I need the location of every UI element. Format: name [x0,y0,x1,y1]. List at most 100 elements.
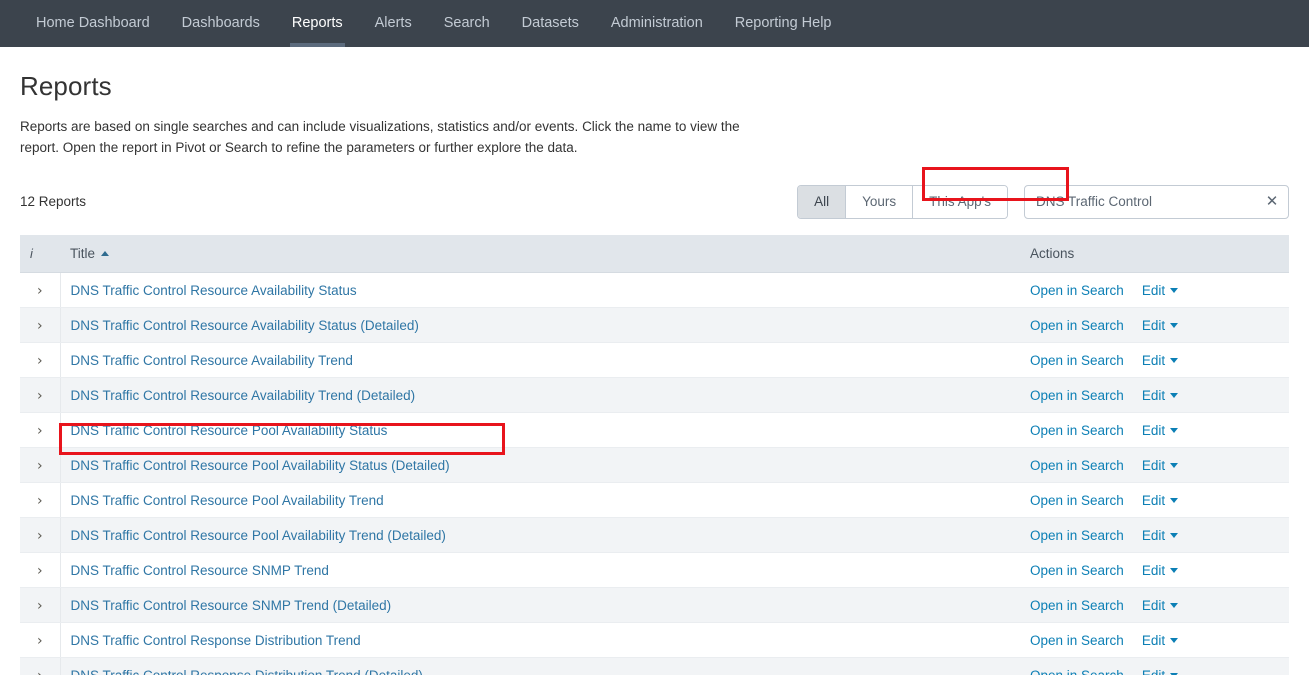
expand-cell: › [20,273,60,308]
chevron-right-icon[interactable]: › [37,529,43,543]
actions-cell: Open in Search Edit [1020,553,1289,588]
actions-cell: Open in Search Edit [1020,308,1289,343]
expand-cell: › [20,448,60,483]
chevron-right-icon[interactable]: › [37,634,43,648]
edit-dropdown[interactable]: Edit [1142,633,1178,648]
table-row: › DNS Traffic Control Resource SNMP Trend… [20,588,1289,623]
title-cell: DNS Traffic Control Resource Availabilit… [60,308,1020,343]
open-in-search-link[interactable]: Open in Search [1030,283,1124,298]
chevron-right-icon[interactable]: › [37,284,43,298]
title-cell: DNS Traffic Control Response Distributio… [60,623,1020,658]
chevron-down-icon [1170,323,1178,328]
chevron-right-icon[interactable]: › [37,389,43,403]
chevron-down-icon [1170,393,1178,398]
chevron-right-icon[interactable]: › [37,564,43,578]
edit-dropdown[interactable]: Edit [1142,388,1178,403]
actions-cell: Open in Search Edit [1020,448,1289,483]
nav-item-datasets[interactable]: Datasets [506,0,595,47]
title-cell: DNS Traffic Control Resource SNMP Trend … [60,588,1020,623]
report-title-link[interactable]: DNS Traffic Control Resource Availabilit… [71,388,416,403]
open-in-search-link[interactable]: Open in Search [1030,458,1124,473]
edit-dropdown[interactable]: Edit [1142,598,1178,613]
open-in-search-link[interactable]: Open in Search [1030,493,1124,508]
report-title-link[interactable]: DNS Traffic Control Resource Pool Availa… [71,493,384,508]
chevron-down-icon [1170,533,1178,538]
report-title-link[interactable]: DNS Traffic Control Resource Pool Availa… [71,458,450,473]
chevron-down-icon [1170,568,1178,573]
title-cell: DNS Traffic Control Resource Pool Availa… [60,448,1020,483]
open-in-search-link[interactable]: Open in Search [1030,423,1124,438]
chevron-right-icon[interactable]: › [37,459,43,473]
edit-link-label: Edit [1142,598,1165,613]
nav-item-alerts[interactable]: Alerts [359,0,428,47]
chevron-right-icon[interactable]: › [37,494,43,508]
open-in-search-link[interactable]: Open in Search [1030,598,1124,613]
open-in-search-link[interactable]: Open in Search [1030,528,1124,543]
reports-table-head: i Title Actions [20,235,1289,273]
report-title-link[interactable]: DNS Traffic Control Resource Pool Availa… [71,528,446,543]
edit-dropdown[interactable]: Edit [1142,318,1178,333]
report-title-link[interactable]: DNS Traffic Control Resource Availabilit… [71,318,419,333]
chevron-right-icon[interactable]: › [37,319,43,333]
nav-label: Dashboards [182,16,260,31]
filter-button-all[interactable]: All [798,186,846,218]
nav-item-administration[interactable]: Administration [595,0,719,47]
nav-label: Reports [292,16,343,31]
open-in-search-link[interactable]: Open in Search [1030,388,1124,403]
top-navigation-bar: Home Dashboard Dashboards Reports Alerts… [0,0,1309,47]
filter-button-yours[interactable]: Yours [846,186,913,218]
nav-item-reports[interactable]: Reports [276,0,359,47]
open-in-search-link[interactable]: Open in Search [1030,633,1124,648]
title-cell: DNS Traffic Control Resource Availabilit… [60,343,1020,378]
edit-dropdown[interactable]: Edit [1142,458,1178,473]
nav-item-search[interactable]: Search [428,0,506,47]
report-title-link[interactable]: DNS Traffic Control Response Distributio… [71,668,423,675]
open-in-search-link[interactable]: Open in Search [1030,353,1124,368]
table-row: › DNS Traffic Control Response Distributi… [20,623,1289,658]
column-header-actions: Actions [1020,235,1289,273]
edit-dropdown[interactable]: Edit [1142,563,1178,578]
report-title-link[interactable]: DNS Traffic Control Resource Availabilit… [71,353,353,368]
nav-label: Administration [611,16,703,31]
chevron-right-icon[interactable]: › [37,354,43,368]
nav-item-home-dashboard[interactable]: Home Dashboard [20,0,166,47]
search-input[interactable] [1024,185,1289,219]
clear-search-icon[interactable]: ✕ [1263,193,1281,211]
nav-item-dashboards[interactable]: Dashboards [166,0,276,47]
open-in-search-link[interactable]: Open in Search [1030,563,1124,578]
edit-dropdown[interactable]: Edit [1142,353,1178,368]
edit-dropdown[interactable]: Edit [1142,528,1178,543]
report-title-link[interactable]: DNS Traffic Control Resource Availabilit… [71,283,357,298]
controls-right-group: All Yours This App's ✕ [797,185,1289,219]
column-header-title[interactable]: Title [60,235,1020,273]
table-row: › DNS Traffic Control Resource Availabili… [20,378,1289,413]
nav-item-reporting-help[interactable]: Reporting Help [719,0,848,47]
title-cell: DNS Traffic Control Resource Availabilit… [60,378,1020,413]
chevron-right-icon[interactable]: › [37,424,43,438]
report-title-link[interactable]: DNS Traffic Control Resource Pool Availa… [71,423,388,438]
chevron-right-icon[interactable]: › [37,599,43,613]
edit-dropdown[interactable]: Edit [1142,668,1178,675]
open-in-search-link[interactable]: Open in Search [1030,318,1124,333]
actions-cell: Open in Search Edit [1020,483,1289,518]
expand-cell: › [20,658,60,675]
chevron-right-icon[interactable]: › [37,669,43,675]
nav-label: Home Dashboard [36,16,150,31]
edit-dropdown[interactable]: Edit [1142,283,1178,298]
edit-link-label: Edit [1142,423,1165,438]
chevron-down-icon [1170,498,1178,503]
report-title-link[interactable]: DNS Traffic Control Resource SNMP Trend … [71,598,392,613]
edit-link-label: Edit [1142,493,1165,508]
actions-cell: Open in Search Edit [1020,623,1289,658]
actions-cell: Open in Search Edit [1020,413,1289,448]
open-in-search-link[interactable]: Open in Search [1030,668,1124,675]
report-title-link[interactable]: DNS Traffic Control Response Distributio… [71,633,361,648]
expand-cell: › [20,553,60,588]
actions-cell: Open in Search Edit [1020,378,1289,413]
report-title-link[interactable]: DNS Traffic Control Resource SNMP Trend [71,563,329,578]
table-row: › DNS Traffic Control Response Distributi… [20,658,1289,675]
filter-button-this-apps[interactable]: This App's [913,186,1007,218]
edit-dropdown[interactable]: Edit [1142,493,1178,508]
edit-dropdown[interactable]: Edit [1142,423,1178,438]
expand-cell: › [20,378,60,413]
